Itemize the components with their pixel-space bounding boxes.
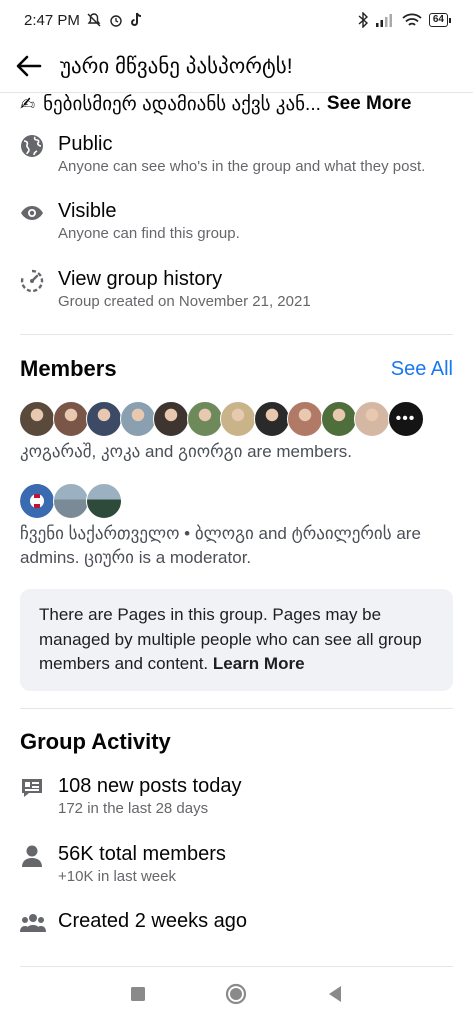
member-avatars[interactable]: ••• (0, 400, 473, 438)
members-header: Members See All (0, 354, 473, 384)
mute-icon (86, 12, 102, 28)
learn-more-link[interactable]: Learn More (213, 654, 305, 673)
member-avatar[interactable] (52, 401, 89, 437)
visibility-label: Visible (58, 200, 117, 222)
member-avatar[interactable] (220, 401, 256, 437)
created-row: Created 2 weeks ago (0, 909, 473, 938)
members-title: Members (20, 356, 117, 381)
total-members-row: 56K total members +10K in last week (0, 842, 473, 888)
activity-header: Group Activity (0, 727, 473, 757)
bluetooth-icon (358, 12, 368, 28)
visibility-sub: Anyone can find this group. (58, 225, 240, 242)
writing-hand-icon: ✍ (20, 93, 36, 114)
person-icon (20, 842, 46, 888)
divider (20, 708, 453, 709)
group-history-row[interactable]: View group history Group created on Nove… (0, 267, 473, 313)
member-avatar[interactable] (354, 401, 390, 437)
people-icon (20, 909, 46, 938)
visibility-row: Visible Anyone can find this group. (0, 199, 473, 245)
alarm-icon (108, 12, 124, 28)
system-nav-bar (0, 968, 473, 1024)
divider (20, 966, 453, 967)
divider (20, 334, 453, 335)
admins-line: ჩვენი საქართველო • ბლოგი and ტრაილერის a… (20, 524, 421, 567)
recents-button[interactable] (130, 986, 146, 1007)
eye-icon (20, 199, 46, 245)
members-names: კოგარაშ, კოკა and გიორგი are members. (20, 442, 352, 461)
more-members-icon[interactable]: ••• (387, 401, 424, 437)
top-bar: უარი მწვანე პასპორტს! (0, 40, 473, 93)
member-avatar[interactable] (86, 401, 122, 437)
member-avatar[interactable] (320, 401, 357, 437)
home-button[interactable] (225, 983, 247, 1010)
member-avatar[interactable] (153, 401, 189, 437)
see-all-link[interactable]: See All (391, 358, 453, 381)
back-button[interactable] (327, 985, 343, 1008)
member-avatar[interactable] (253, 401, 290, 437)
privacy-label: Public (58, 133, 113, 155)
privacy-sub: Anyone can see who's in the group and wh… (58, 158, 426, 175)
history-sub: Group created on November 21, 2021 (58, 293, 311, 310)
member-avatar[interactable] (119, 401, 156, 437)
battery-level: 64 (428, 13, 448, 27)
status-time: 2:47 PM (24, 11, 80, 29)
admin-avatars[interactable] (0, 482, 473, 520)
member-avatar[interactable] (287, 401, 323, 437)
description-text: ნებისმიერ ადამიანს აქვს კან... (43, 93, 321, 115)
history-label[interactable]: View group history (58, 267, 311, 291)
created-label: Created 2 weeks ago (58, 910, 248, 932)
new-posts-row: 108 new posts today 172 in the last 28 d… (0, 774, 473, 820)
admin-avatar[interactable] (86, 483, 122, 519)
admin-avatar[interactable] (52, 483, 89, 519)
member-avatar[interactable] (186, 401, 223, 437)
globe-icon (20, 132, 46, 178)
admin-avatar[interactable] (19, 483, 55, 519)
page-title: უარი მწვანე პასპორტს! (60, 54, 293, 78)
activity-title: Group Activity (20, 729, 171, 754)
status-bar: 2:47 PM 64 (0, 0, 473, 40)
member-avatar[interactable] (19, 401, 55, 437)
arrow-left-icon[interactable] (16, 53, 42, 79)
total-members-sub: +10K in last week (58, 868, 176, 885)
posts-icon (20, 774, 46, 820)
posts-label: 108 new posts today (58, 775, 242, 797)
group-description: ✍ ნებისმიერ ადამიანს აქვს კან... See Mor… (0, 92, 473, 116)
signal-icon (375, 13, 395, 27)
total-members-label: 56K total members (58, 843, 226, 865)
wifi-icon (402, 13, 422, 28)
tiktok-icon (130, 12, 144, 28)
history-icon (20, 267, 46, 313)
see-more-link[interactable]: See More (327, 93, 411, 115)
battery-indicator: 64 (428, 13, 451, 27)
posts-sub: 172 in the last 28 days (58, 800, 209, 817)
pages-notice: There are Pages in this group. Pages may… (20, 589, 453, 691)
privacy-row: Public Anyone can see who's in the group… (0, 132, 473, 178)
